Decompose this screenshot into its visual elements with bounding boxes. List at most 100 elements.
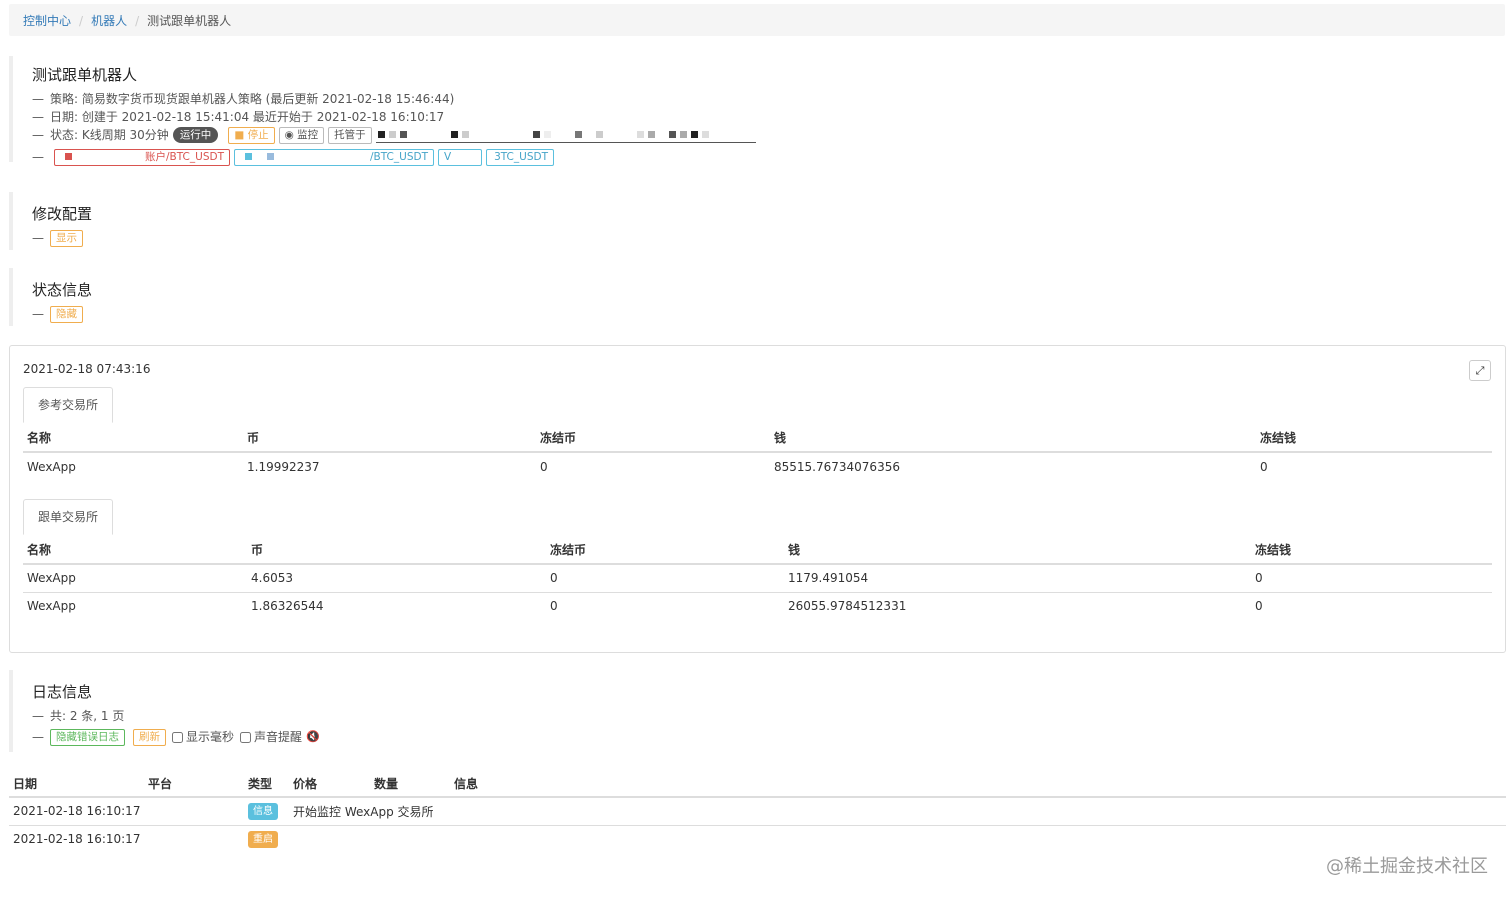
breadcrumb-current: 测试跟单机器人 (147, 14, 232, 28)
robot-section: 测试跟单机器人 — 策略: 简易数字货币现货跟单机器人策略 (最后更新 2021-… (9, 56, 756, 166)
table-cell: 0 (536, 451, 770, 480)
custody-label: 托管于 (334, 128, 366, 141)
column-header: 日期 (9, 771, 144, 798)
log-date: 2021-02-18 16:10:17 (9, 824, 144, 853)
log-message: 开始监控 WexApp 交易所 (289, 796, 1506, 825)
status-info-title: 状态信息 (32, 281, 93, 299)
tab-ref-exchange[interactable]: 参考交易所 (23, 387, 114, 423)
column-header: 冻结钱 (1251, 536, 1492, 565)
config-show-button[interactable]: 显示 (50, 229, 83, 247)
config-title: 修改配置 (32, 205, 93, 223)
strategy-line: — 策略: 简易数字货币现货跟单机器人策略 (最后更新 2021-02-18 15… (32, 92, 455, 106)
status-toggle-line: — 隐藏 (32, 305, 92, 323)
table-cell: 0 (1256, 451, 1492, 480)
status-hide-button[interactable]: 隐藏 (50, 305, 83, 323)
log-summary-line: — 共: 2 条, 1 页 (32, 709, 125, 723)
date-line: — 日期: 创建于 2021-02-18 15:41:04 最近开始于 2021-… (32, 110, 445, 124)
column-header: 平台 (144, 771, 244, 798)
strategy-text: 策略: 简易数字货币现货跟单机器人策略 (最后更新 2021-02-18 15:… (50, 92, 455, 106)
column-header: 名称 (23, 424, 243, 453)
breadcrumb-robots-link[interactable]: 机器人 (91, 14, 127, 28)
exchange-button-4[interactable]: 3TC_USDT (486, 148, 554, 166)
exchange-button-1[interactable]: 账户/BTC_USDT (54, 148, 230, 166)
breadcrumb-separator: / (135, 14, 140, 28)
monitor-button[interactable]: ◉ 监控 (278, 126, 325, 144)
status-text: 状态: K线周期 30分钟 (50, 128, 169, 142)
table-cell: 26055.9784512331 (784, 591, 1251, 620)
column-header: 信息 (450, 771, 1506, 798)
speaker-muted-icon[interactable]: 🔇 (306, 728, 320, 746)
eye-icon: ◉ (284, 128, 298, 141)
status-panel: 2021-02-18 07:43:16 ⤢ 参考交易所 名称 币 冻结币 钱 冻… (9, 345, 1506, 653)
table-cell: 0 (546, 563, 784, 592)
log-date: 2021-02-18 16:10:17 (9, 796, 144, 825)
custody-button[interactable]: 托管于 (328, 126, 372, 144)
table-cell: 1179.491054 (784, 563, 1251, 592)
column-header: 钱 (784, 536, 1251, 565)
table-cell: 0 (546, 591, 784, 620)
table-cell: 1.19992237 (243, 451, 536, 480)
log-type-badge: 信息 (248, 802, 278, 820)
column-header: 冻结钱 (1256, 424, 1492, 453)
column-header: 数量 (370, 771, 450, 798)
watermark: @稀土掘金技术社区 (1326, 856, 1488, 877)
date-text: 日期: 创建于 2021-02-18 15:41:04 最近开始于 2021-0… (50, 110, 445, 124)
table-cell: 85515.76734076356 (770, 451, 1256, 480)
log-type: 重启 (244, 824, 289, 853)
table-cell: 0 (1251, 563, 1492, 592)
log-title: 日志信息 (32, 683, 93, 701)
log-controls-line: — 隐藏错误日志 刷新 显示毫秒 声音提醒 🔇 (32, 728, 320, 746)
breadcrumb: 控制中心 / 机器人 / 测试跟单机器人 (9, 4, 1505, 36)
column-header: 币 (243, 424, 536, 453)
exchange-label-4: 3TC_USDT (494, 150, 548, 163)
column-header: 名称 (23, 536, 247, 565)
column-header: 价格 (289, 771, 370, 798)
table-cell: 0 (1251, 591, 1492, 620)
log-table: 日期 平台 类型 价格 数量 信息 2021-02-18 16:10:17 信息… (9, 771, 1506, 853)
column-header: 钱 (770, 424, 1256, 453)
monitor-label: 监控 (297, 128, 319, 141)
exchanges-line: — 账户/BTC_USDT /BTC_USDT V 3TC_USDT (32, 148, 756, 166)
table-cell: 4.6053 (247, 563, 546, 592)
robot-title: 测试跟单机器人 (32, 66, 138, 84)
status-line: — 状态: K线周期 30分钟 运行中 ■ 停止 ◉ 监控 托管于 (32, 126, 756, 144)
sound-alert-label: 声音提醒 (254, 730, 303, 744)
breadcrumb-separator: / (79, 14, 84, 28)
table-cell: WexApp (23, 563, 247, 592)
config-toggle-line: — 显示 (32, 229, 92, 247)
hide-errors-button[interactable]: 隐藏错误日志 (50, 728, 125, 746)
table-cell: 1.86326544 (247, 591, 546, 620)
table-row: WexApp 4.6053 0 1179.491054 0 (23, 563, 1492, 592)
log-section: 日志信息 — 共: 2 条, 1 页 — 隐藏错误日志 刷新 显示毫秒 声音提醒 … (9, 670, 320, 752)
refresh-button[interactable]: 刷新 (133, 728, 166, 746)
column-header: 币 (247, 536, 546, 565)
log-platform (144, 796, 244, 825)
exchange-button-2[interactable]: /BTC_USDT (234, 148, 434, 166)
log-summary: 共: 2 条, 1 页 (50, 709, 125, 723)
breadcrumb-home-link[interactable]: 控制中心 (23, 14, 71, 28)
log-type-badge: 重启 (248, 830, 278, 848)
log-message (289, 824, 1506, 853)
table-cell: WexApp (23, 591, 247, 620)
show-ms-checkbox[interactable] (172, 731, 183, 743)
log-row: 2021-02-18 16:10:17 重启 (9, 824, 1506, 853)
table-cell: WexApp (23, 451, 243, 480)
tab-follow-exchange[interactable]: 跟单交易所 (23, 499, 114, 535)
column-header: 冻结币 (536, 424, 770, 453)
config-section: 修改配置 — 显示 (9, 192, 92, 250)
log-platform (144, 824, 244, 853)
expand-button[interactable]: ⤢ (1469, 360, 1491, 381)
log-type: 信息 (244, 796, 289, 825)
exchange-button-3[interactable]: V (438, 148, 482, 166)
table-header-row: 名称 币 冻结币 钱 冻结钱 (23, 424, 1492, 453)
redacted-block (375, 127, 756, 143)
status-timestamp: 2021-02-18 07:43:16 (23, 362, 151, 376)
log-row: 2021-02-18 16:10:17 信息 开始监控 WexApp 交易所 (9, 796, 1506, 825)
table-header-row: 名称 币 冻结币 钱 冻结钱 (23, 536, 1492, 565)
sound-alert-checkbox[interactable] (240, 731, 252, 743)
expand-icon: ⤢ (1475, 363, 1485, 377)
exchange-label-2: /BTC_USDT (370, 150, 428, 163)
exchange-label-1: 账户/BTC_USDT (145, 150, 224, 163)
table-row: WexApp 1.86326544 0 26055.9784512331 0 (23, 591, 1492, 620)
stop-button[interactable]: ■ 停止 (228, 126, 275, 144)
